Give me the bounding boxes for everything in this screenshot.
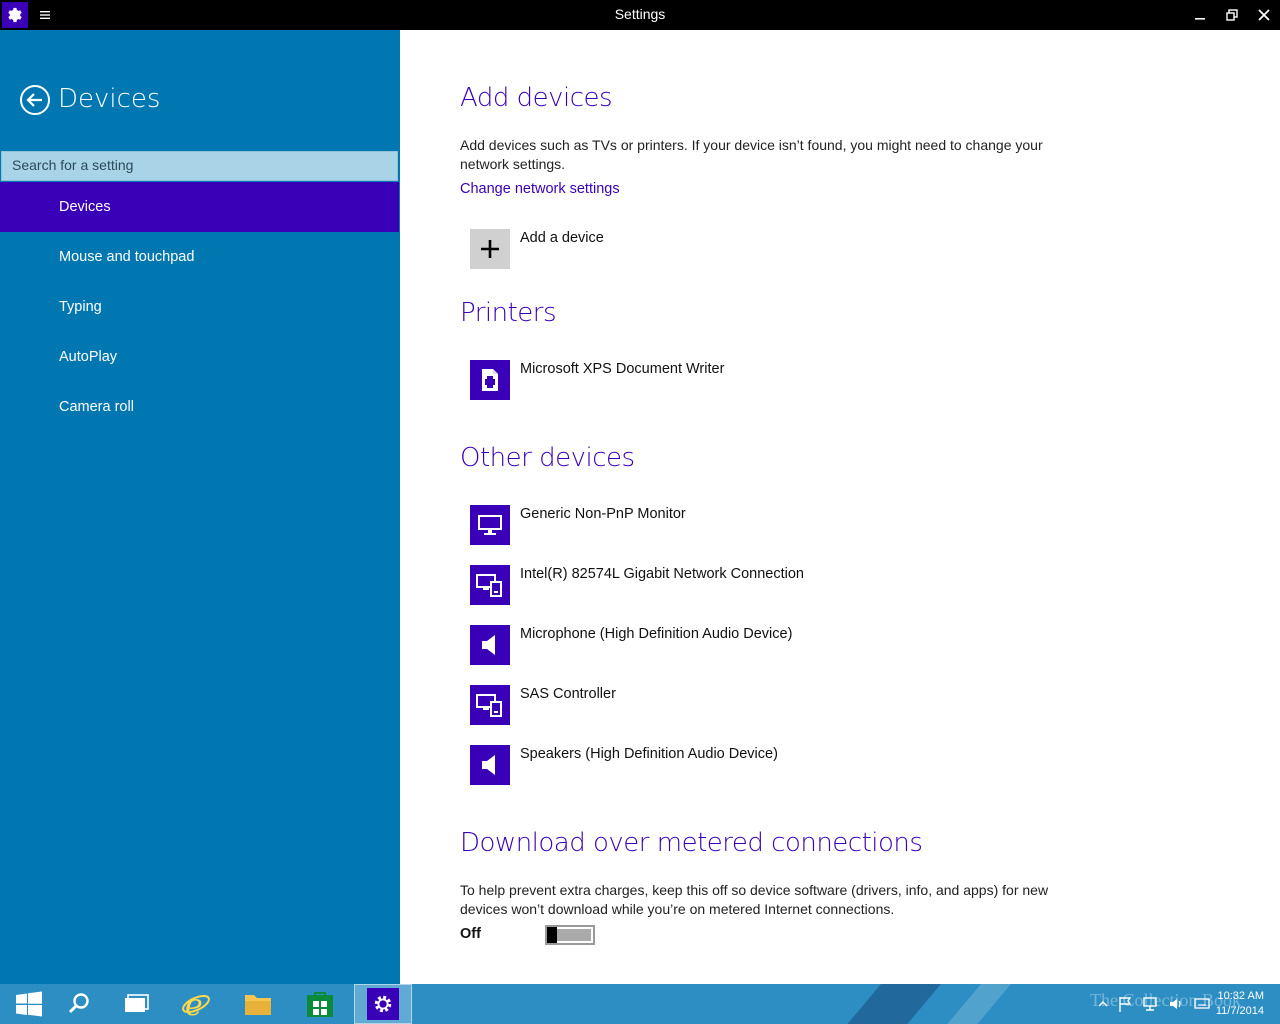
other-devices-heading: Other devices <box>460 443 635 473</box>
plus-icon <box>470 229 510 269</box>
sidebar-item-mouse-and-touchpad[interactable]: Mouse and touchpad <box>0 232 400 282</box>
task-view-button[interactable] <box>107 984 165 1024</box>
add-devices-heading: Add devices <box>460 83 613 113</box>
sidebar-title: Devices <box>58 84 161 114</box>
store-button[interactable] <box>291 984 349 1024</box>
monitor-icon <box>470 505 510 545</box>
device-label: Intel(R) 82574L Gigabit Network Connecti… <box>520 566 804 582</box>
flag-icon <box>1119 997 1132 1012</box>
device-item-microphone[interactable]: Microphone (High Definition Audio Device… <box>470 625 1070 665</box>
task-view-icon <box>125 994 149 1012</box>
metered-description: To help prevent extra charges, keep this… <box>460 882 1049 917</box>
window-title: Settings <box>614 6 666 22</box>
sidebar-item-camera-roll[interactable]: Camera roll <box>0 382 400 432</box>
file-explorer-button[interactable] <box>229 984 287 1024</box>
title-bar: Settings <box>0 0 1280 30</box>
device-item-monitor[interactable]: Generic Non-PnP Monitor <box>470 505 1070 545</box>
sidebar-nav: Devices Mouse and touchpad Typing AutoPl… <box>0 182 400 432</box>
device-label: SAS Controller <box>520 686 616 702</box>
network-icon <box>1143 997 1157 1011</box>
search-icon <box>68 993 89 1014</box>
device-label: Microphone (High Definition Audio Device… <box>520 626 793 642</box>
metered-heading: Download over metered connections <box>460 828 923 858</box>
taskbar: e The Collection Book 10:32 AM 11/7/2014 <box>0 984 1280 1024</box>
minimize-button[interactable] <box>1184 0 1216 30</box>
metered-toggle-state: Off <box>460 926 481 942</box>
printers-heading: Printers <box>460 298 557 328</box>
device-item-sas-controller[interactable]: SAS Controller <box>470 685 1070 725</box>
search-input[interactable]: Search for a setting <box>1 151 398 181</box>
main-content: Add devices Add devices such as TVs or p… <box>400 30 1280 984</box>
device-item-speakers[interactable]: Speakers (High Definition Audio Device) <box>470 745 1070 785</box>
devices-icon <box>470 565 510 605</box>
clock-date: 11/7/2014 <box>1215 1005 1264 1017</box>
restore-button[interactable] <box>1216 0 1248 30</box>
device-item-network-connection[interactable]: Intel(R) 82574L Gigabit Network Connecti… <box>470 565 1070 605</box>
clock-time: 10:32 AM <box>1217 990 1264 1002</box>
metered-toggle-switch[interactable] <box>545 925 595 945</box>
search-button[interactable] <box>50 984 108 1024</box>
sidebar-item-devices[interactable]: Devices <box>0 182 399 232</box>
device-label: Generic Non-PnP Monitor <box>520 506 686 522</box>
device-label: Speakers (High Definition Audio Device) <box>520 746 778 762</box>
device-label: Microsoft XPS Document Writer <box>520 361 725 377</box>
internet-explorer-button[interactable]: e <box>167 984 225 1024</box>
clock[interactable]: 10:32 AM 11/7/2014 <box>1216 989 1264 1019</box>
keyboard-icon <box>1194 998 1210 1009</box>
add-device-label: Add a device <box>520 230 604 246</box>
store-icon <box>307 992 333 1017</box>
speaker-icon <box>470 745 510 785</box>
chevron-up-icon <box>1098 1001 1108 1007</box>
sidebar-item-typing[interactable]: Typing <box>0 282 400 332</box>
volume-icon <box>1170 999 1181 1009</box>
add-device-button[interactable]: Add a device <box>470 229 1070 269</box>
back-arrow-icon[interactable] <box>19 84 51 116</box>
settings-taskbar-button[interactable] <box>354 984 412 1024</box>
devices-icon <box>470 685 510 725</box>
device-item-xps-writer[interactable]: Microsoft XPS Document Writer <box>470 360 1070 400</box>
svg-text:e: e <box>185 989 203 1019</box>
sidebar-item-autoplay[interactable]: AutoPlay <box>0 332 400 382</box>
printer-icon <box>470 360 510 400</box>
settings-gear-icon <box>367 988 399 1020</box>
sidebar: Devices Search for a setting Devices Mou… <box>0 30 400 984</box>
windows-logo-icon <box>16 991 42 1017</box>
add-devices-description: Add devices such as TVs or printers. If … <box>460 137 1043 172</box>
folder-icon <box>245 995 271 1015</box>
system-tray <box>1098 996 1210 1012</box>
close-button[interactable] <box>1248 0 1280 30</box>
internet-explorer-icon: e <box>182 989 210 1019</box>
speaker-icon <box>470 625 510 665</box>
change-network-settings-link[interactable]: Change network settings <box>460 181 620 197</box>
